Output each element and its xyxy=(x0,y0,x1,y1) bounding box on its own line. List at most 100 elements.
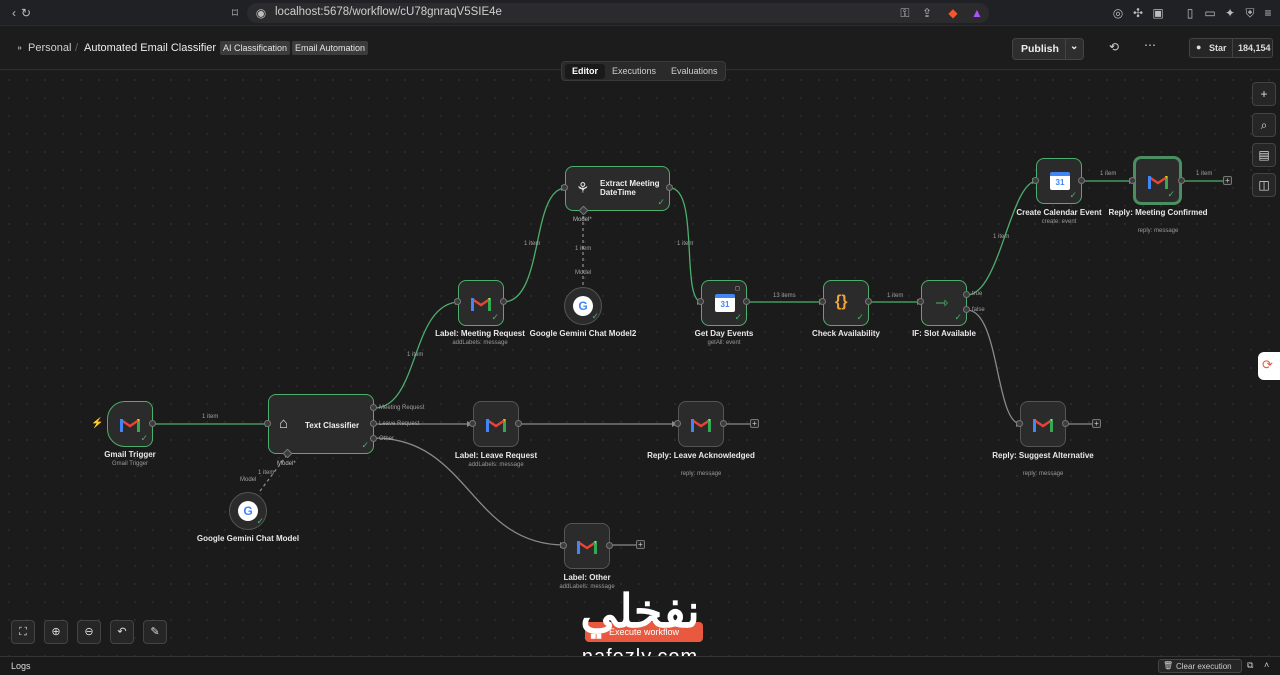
input-handle[interactable] xyxy=(819,298,826,305)
tab-editor[interactable]: Editor xyxy=(565,64,605,79)
node-text-classifier[interactable]: ⌂ Text Classifier ✓ xyxy=(268,394,374,454)
output-handle[interactable] xyxy=(500,298,507,305)
google-icon: G xyxy=(573,296,593,316)
input-handle[interactable] xyxy=(560,542,567,549)
more-options-icon[interactable]: ⋯ xyxy=(1144,38,1156,52)
node-reply-suggest-alternative[interactable] xyxy=(1020,401,1066,447)
output-handle[interactable] xyxy=(1062,420,1069,427)
logs-panel-bar[interactable]: Logs 🗑 Clear execution ⧉ ˄ xyxy=(0,656,1280,675)
zoom-in-icon[interactable]: ⊕ xyxy=(44,620,68,644)
breadcrumb-separator: / xyxy=(75,42,79,54)
node-extract-meeting-datetime[interactable]: ⚘ Extract Meeting DateTime ✓ xyxy=(565,166,670,211)
edge-label: 1 item xyxy=(258,470,275,476)
input-handle[interactable] xyxy=(264,420,271,427)
clear-execution-button[interactable]: 🗑 Clear execution xyxy=(1158,659,1242,673)
chevron-up-icon[interactable]: ˄ xyxy=(1264,660,1269,670)
input-handle[interactable] xyxy=(697,298,704,305)
output-handle[interactable] xyxy=(865,298,872,305)
output-handle[interactable] xyxy=(666,184,673,191)
node-reply-leave[interactable] xyxy=(678,401,724,447)
reload-icon[interactable]: ↻ xyxy=(18,5,34,21)
input-handle[interactable] xyxy=(917,298,924,305)
input-handle[interactable] xyxy=(674,420,681,427)
undo-icon[interactable]: ↶ xyxy=(110,620,134,644)
key-icon[interactable]: ⚿ xyxy=(897,5,913,21)
node-check-availability[interactable]: {} ✓ xyxy=(823,280,869,326)
input-handle[interactable] xyxy=(454,298,461,305)
node-label-meeting-request[interactable]: ✓ xyxy=(458,280,504,326)
vpn-icon[interactable]: ⛨ xyxy=(1242,5,1258,21)
tab-evaluations[interactable]: Evaluations xyxy=(664,64,725,79)
fit-view-icon[interactable]: ⛶ xyxy=(11,620,35,644)
node-if-slot-available[interactable]: ⇾ ✓ xyxy=(921,280,967,326)
breadcrumb-root[interactable]: Personal xyxy=(28,42,71,54)
node-gmail-trigger[interactable]: ✓ xyxy=(107,401,153,447)
node-reply-meeting-confirmed[interactable]: ✓ xyxy=(1133,156,1182,205)
brave-shield-icon[interactable]: ◆ xyxy=(945,5,961,21)
success-check-icon: ✓ xyxy=(591,311,599,321)
output-handle[interactable] xyxy=(370,435,377,442)
puzzle-icon[interactable]: ✣ xyxy=(1130,5,1146,21)
output-label: Leave Request xyxy=(379,421,420,427)
share-icon[interactable]: ⇪ xyxy=(919,5,935,21)
node-gemini-model2[interactable]: G ✓ xyxy=(564,287,602,325)
input-handle[interactable] xyxy=(561,184,568,191)
output-handle[interactable] xyxy=(370,420,377,427)
publish-label: Publish xyxy=(1021,43,1059,55)
panel-toggle-icon[interactable]: ◫ xyxy=(1252,173,1276,197)
input-handle[interactable] xyxy=(1032,177,1039,184)
wallet-icon[interactable]: ▭ xyxy=(1202,5,1218,21)
output-handle[interactable] xyxy=(1178,177,1185,184)
brave-rewards-icon[interactable]: ▲ xyxy=(969,5,985,21)
add-node-button[interactable]: + xyxy=(1223,176,1232,185)
extension-widget[interactable]: ⟳ xyxy=(1258,352,1280,380)
tag-email-automation[interactable]: Email Automation xyxy=(292,41,369,55)
input-handle[interactable] xyxy=(1016,420,1023,427)
node-create-calendar-event[interactable]: 31 ✓ xyxy=(1036,158,1082,204)
screenshot-icon[interactable]: ▣ xyxy=(1150,5,1166,21)
output-handle-true[interactable] xyxy=(963,291,970,298)
output-handle[interactable] xyxy=(720,420,727,427)
sidebar-icon[interactable]: ▯ xyxy=(1182,5,1198,21)
menu-icon[interactable]: ≡ xyxy=(1260,5,1276,21)
popout-icon[interactable]: ⧉ xyxy=(1247,660,1253,671)
output-handle[interactable] xyxy=(743,298,750,305)
add-node-button[interactable]: + xyxy=(750,419,759,428)
github-star-button[interactable]: ● Star 184,154 xyxy=(1189,38,1273,58)
tidy-up-icon[interactable]: ✎ xyxy=(143,620,167,644)
publish-button[interactable]: Publish ⌄ xyxy=(1012,38,1084,60)
chevron-down-icon[interactable]: ⌄ xyxy=(1070,41,1078,52)
zoom-out-icon[interactable]: ⊖ xyxy=(77,620,101,644)
node-subtitle: create: event xyxy=(1041,219,1077,225)
leo-icon[interactable]: ✦ xyxy=(1222,5,1238,21)
input-handle[interactable] xyxy=(1129,177,1136,184)
workflow-name[interactable]: Automated Email Classifier xyxy=(84,42,216,54)
history-icon[interactable]: ⟲ xyxy=(1109,40,1119,54)
address-bar[interactable]: ◉ localhost:5678/workflow/cU78gnraqV5SIE… xyxy=(247,3,989,23)
workflow-canvas[interactable] xyxy=(0,71,1280,656)
site-info-icon[interactable]: ◉ xyxy=(253,5,269,21)
tag-ai-classification[interactable]: AI Classification xyxy=(220,41,291,55)
output-handle[interactable] xyxy=(370,404,377,411)
node-label: Label: Leave Request xyxy=(454,451,538,460)
node-label-other[interactable] xyxy=(564,523,610,569)
output-handle[interactable] xyxy=(606,542,613,549)
output-handle[interactable] xyxy=(149,420,156,427)
node-get-day-events[interactable]: 31 ◻ ✓ xyxy=(701,280,747,326)
node-label-leave-request[interactable] xyxy=(473,401,519,447)
add-node-button[interactable]: + xyxy=(1092,419,1101,428)
bookmark-icon[interactable]: ⌑ xyxy=(227,5,243,21)
output-handle[interactable] xyxy=(515,420,522,427)
input-handle[interactable] xyxy=(469,420,476,427)
sticky-note-icon[interactable]: ▤ xyxy=(1252,143,1276,167)
extension-icon[interactable]: ◎ xyxy=(1110,5,1126,21)
output-handle-false[interactable] xyxy=(963,306,970,313)
output-handle[interactable] xyxy=(1078,177,1085,184)
add-node-panel-button[interactable]: + xyxy=(1252,82,1276,106)
node-gemini-model[interactable]: G ✓ xyxy=(229,492,267,530)
extract-icon: ⚘ xyxy=(576,180,590,197)
google-calendar-icon: 31 xyxy=(715,294,735,312)
search-icon[interactable]: ⌕ xyxy=(1252,113,1276,137)
tab-executions[interactable]: Executions xyxy=(605,64,663,79)
add-node-button[interactable]: + xyxy=(636,540,645,549)
